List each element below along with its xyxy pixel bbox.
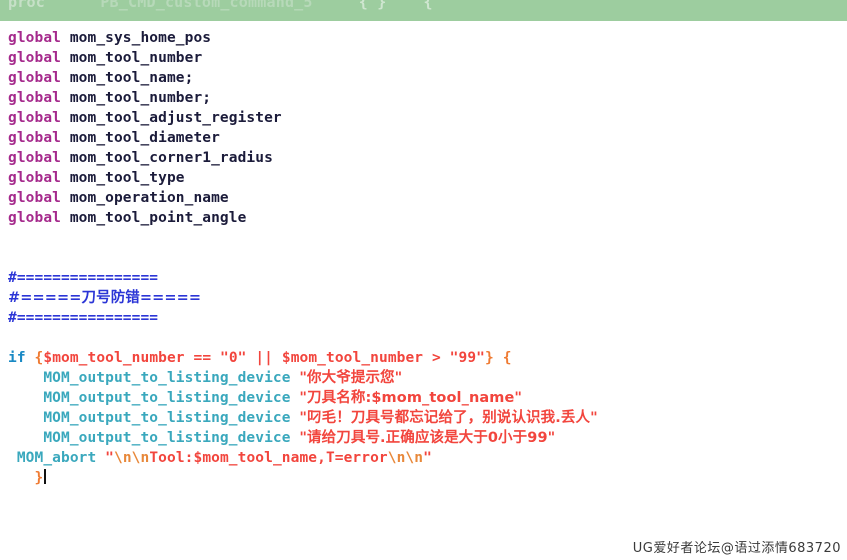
code-line-global[interactable]: global mom_tool_number; [0, 88, 847, 108]
proc-open-brace: { [423, 0, 433, 11]
global-keyword: global [8, 170, 61, 186]
code-line-global[interactable]: global mom_operation_name [0, 188, 847, 208]
global-keyword: global [8, 190, 61, 206]
proc-declaration-header: proc PB_CMD_custom_command_5 { } { [0, 0, 847, 21]
global-keyword: global [8, 90, 61, 106]
global-variable: mom_tool_number [69, 50, 203, 66]
global-keyword: global [8, 70, 61, 86]
if-right-operand: $mom_tool_number [281, 350, 424, 366]
abort-text-error: ,T=error [317, 450, 388, 466]
mom-output-command: MOM_output_to_listing_device [43, 370, 291, 386]
proc-name: PB_CMD_custom_command_5 [100, 0, 313, 11]
if-keyword: if [8, 350, 26, 366]
proc-declaration-line: proc PB_CMD_custom_command_5 { } { [8, 0, 433, 11]
abort-escape-leading: \n\n [114, 450, 150, 466]
code-line-output-call[interactable]: MOM_output_to_listing_device "你大爷提示您" [0, 368, 847, 388]
global-keyword: global [8, 150, 61, 166]
global-variable: mom_operation_name [69, 190, 229, 206]
abort-text-tool: Tool: [149, 450, 194, 466]
code-line-comment[interactable]: #================ [0, 268, 847, 288]
code-line-blank[interactable] [0, 328, 847, 348]
global-variable: mom_tool_adjust_register [69, 110, 282, 126]
global-keyword: global [8, 210, 61, 226]
global-keyword: global [8, 110, 61, 126]
comment-text: #=====刀号防错===== [8, 290, 202, 306]
global-variable: mom_tool_type [69, 170, 185, 186]
closing-brace: } [34, 470, 44, 486]
code-line-output-call[interactable]: MOM_output_to_listing_device "叼毛！刀具号都忘记给… [0, 408, 847, 428]
code-line-comment[interactable]: #=====刀号防错===== [0, 288, 847, 308]
code-line-global[interactable]: global mom_sys_home_pos [0, 28, 847, 48]
comment-text: #================ [8, 270, 159, 286]
global-variable: mom_tool_point_angle [69, 210, 247, 226]
global-keyword: global [8, 30, 61, 46]
global-variable: mom_tool_diameter [69, 130, 220, 146]
code-line-global[interactable]: global mom_tool_diameter [0, 128, 847, 148]
proc-args: { } [358, 0, 387, 11]
global-variable: mom_tool_corner1_radius [69, 150, 273, 166]
abort-close-quote: " [423, 450, 432, 466]
code-line-blank[interactable] [0, 228, 847, 248]
if-logical-or: || [255, 350, 274, 366]
mom-output-command: MOM_output_to_listing_device [43, 430, 291, 446]
code-line-output-call[interactable]: MOM_output_to_listing_device "请给刀具号.正确应该… [0, 428, 847, 448]
code-line-global[interactable]: global mom_tool_name; [0, 68, 847, 88]
code-line-closing-brace[interactable]: } [0, 468, 847, 488]
code-line-global[interactable]: global mom_tool_point_angle [0, 208, 847, 228]
code-line-output-call[interactable]: MOM_output_to_listing_device "刀具名称:$mom_… [0, 388, 847, 408]
mom-abort-command: MOM_abort [16, 450, 97, 466]
proc-keyword: proc [8, 0, 45, 11]
if-close-condition-brace: } [485, 350, 494, 366]
if-left-operand: $mom_tool_number [43, 350, 185, 366]
code-line-comment[interactable]: #================ [0, 308, 847, 328]
comment-text: #================ [8, 310, 159, 326]
global-variable: mom_sys_home_pos [69, 30, 212, 46]
code-line-if[interactable]: if { $mom_tool_number == "0" || $mom_tool… [0, 348, 847, 368]
if-value-ninetynine: "99" [449, 350, 485, 366]
code-line-global[interactable]: global mom_tool_adjust_register [0, 108, 847, 128]
mom-output-argument: "请给刀具号.正确应该是大于0小于99" [299, 430, 556, 446]
abort-open-quote: " [105, 450, 114, 466]
code-line-global[interactable]: global mom_tool_corner1_radius [0, 148, 847, 168]
mom-output-argument: "叼毛！刀具号都忘记给了，别说认识我.丢人" [299, 410, 598, 426]
abort-escape-trailing: \n\n [387, 450, 424, 466]
global-variable: mom_tool_number; [69, 90, 212, 106]
code-line-blank[interactable] [0, 248, 847, 268]
if-operator-greater: > [431, 350, 441, 366]
mom-output-argument: "你大爷提示您" [299, 370, 403, 386]
if-open-block-brace: { [502, 350, 512, 366]
global-keyword: global [8, 50, 61, 66]
if-value-zero: "0" [220, 350, 247, 366]
mom-output-command: MOM_output_to_listing_device [43, 390, 291, 406]
abort-variable-tool-name: $mom_tool_name [193, 450, 318, 466]
text-cursor [44, 469, 47, 484]
mom-output-command: MOM_output_to_listing_device [43, 410, 291, 426]
code-line-global[interactable]: global mom_tool_number [0, 48, 847, 68]
code-line-abort-call[interactable]: MOM_abort "\n\nTool:$mom_tool_name,T=err… [0, 448, 847, 468]
if-operator-equals: == [193, 350, 212, 366]
global-variable: mom_tool_name; [69, 70, 194, 86]
code-line-global[interactable]: global mom_tool_type [0, 168, 847, 188]
global-keyword: global [8, 130, 61, 146]
code-editor-area[interactable]: global mom_sys_home_pos global mom_tool_… [0, 21, 847, 526]
forum-watermark: UG爱好者论坛@语过添情683720 [632, 541, 841, 556]
mom-output-argument: "刀具名称:$mom_tool_name" [299, 390, 523, 406]
